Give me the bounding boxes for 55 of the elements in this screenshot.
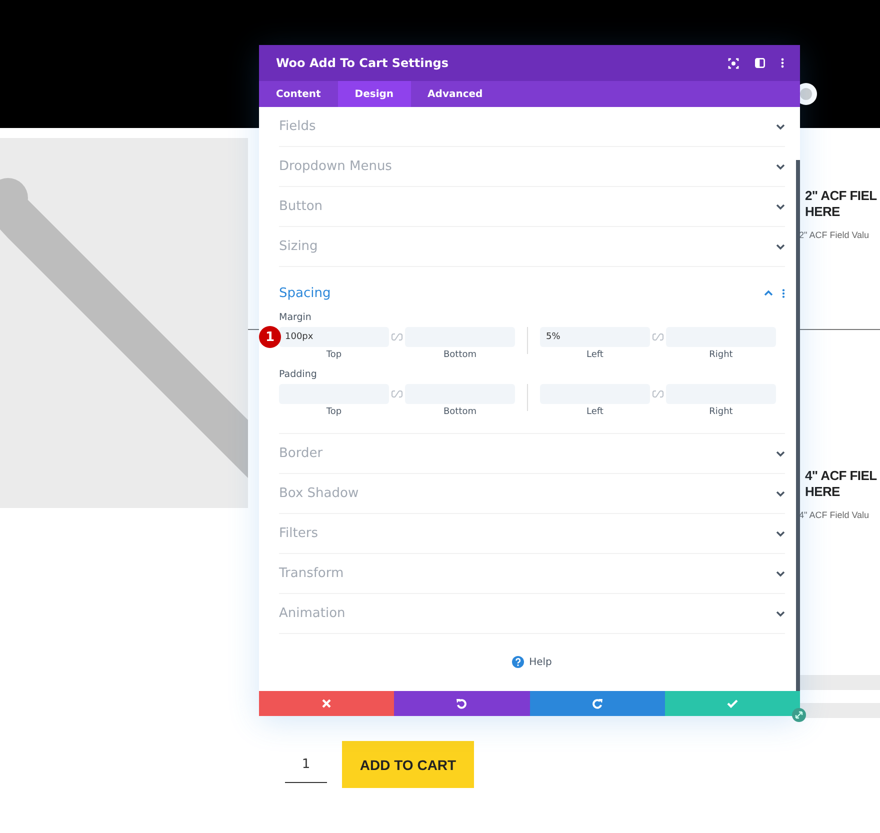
quantity-field[interactable]: 1: [285, 746, 327, 782]
tab[interactable]: Advanced: [410, 81, 500, 107]
chevron-down-icon[interactable]: [776, 124, 785, 130]
chevron-down-icon[interactable]: [776, 530, 785, 536]
more-icon[interactable]: [782, 288, 785, 298]
checkmark-icon: [726, 699, 738, 708]
help-icon[interactable]: [512, 656, 524, 668]
section-title[interactable]: Animation: [279, 606, 346, 621]
section-title[interactable]: Box Shadow: [279, 486, 359, 501]
add-to-cart-button[interactable]: ADD TO CART: [342, 741, 474, 788]
chevron-down-icon[interactable]: [776, 450, 785, 456]
chevron-down-icon[interactable]: [776, 244, 785, 250]
field-caption: Top: [326, 407, 342, 417]
field-caption: Bottom: [443, 407, 476, 417]
scrollbar[interactable]: [796, 160, 800, 691]
field-label: Padding: [279, 369, 318, 380]
chevron-down-icon[interactable]: [776, 610, 785, 616]
field-caption: Left: [586, 350, 604, 360]
field-caption: Bottom: [443, 350, 476, 360]
input-field[interactable]: 5%: [540, 327, 650, 347]
step-badge: 1: [259, 326, 281, 348]
tab[interactable]: Content: [259, 81, 338, 107]
chevron-down-icon[interactable]: [776, 570, 785, 576]
section-title[interactable]: Transform: [279, 566, 344, 581]
tab[interactable]: Design: [338, 81, 411, 107]
field-caption: Left: [586, 407, 604, 417]
product-title: 4" ACF FIEL: [805, 468, 877, 484]
more-icon[interactable]: [781, 58, 784, 68]
chevron-down-icon[interactable]: [776, 204, 785, 210]
field-label: Margin: [279, 312, 312, 323]
chevron-down-icon[interactable]: [776, 490, 785, 496]
section-title[interactable]: Fields: [279, 119, 316, 134]
field-caption: Right: [709, 407, 733, 417]
resize-icon[interactable]: [792, 708, 806, 722]
section-title[interactable]: Dropdown Menus: [279, 159, 392, 174]
target-icon[interactable]: [728, 58, 739, 68]
split-view-icon[interactable]: [755, 58, 765, 68]
section-title[interactable]: Button: [279, 199, 323, 214]
field-caption: Top: [326, 350, 342, 360]
window-title: Woo Add To Cart Settings: [276, 56, 449, 70]
input-field[interactable]: 100px: [279, 327, 389, 347]
close-icon: [322, 699, 332, 708]
section-title[interactable]: Spacing: [279, 286, 331, 300]
section-title[interactable]: Sizing: [279, 239, 318, 254]
section-title[interactable]: Border: [279, 446, 323, 461]
redo-icon: [592, 698, 603, 709]
product-title: HERE: [805, 204, 841, 220]
field-caption: Right: [709, 350, 733, 360]
product-title: HERE: [805, 484, 841, 500]
chevron-down-icon[interactable]: [776, 164, 785, 170]
chevron-up-icon[interactable]: [764, 290, 773, 296]
undo-icon: [456, 698, 468, 709]
section-title[interactable]: Filters: [279, 526, 318, 541]
product-title: 2" ACF FIEL: [805, 188, 877, 204]
help-link[interactable]: Help: [529, 656, 552, 668]
